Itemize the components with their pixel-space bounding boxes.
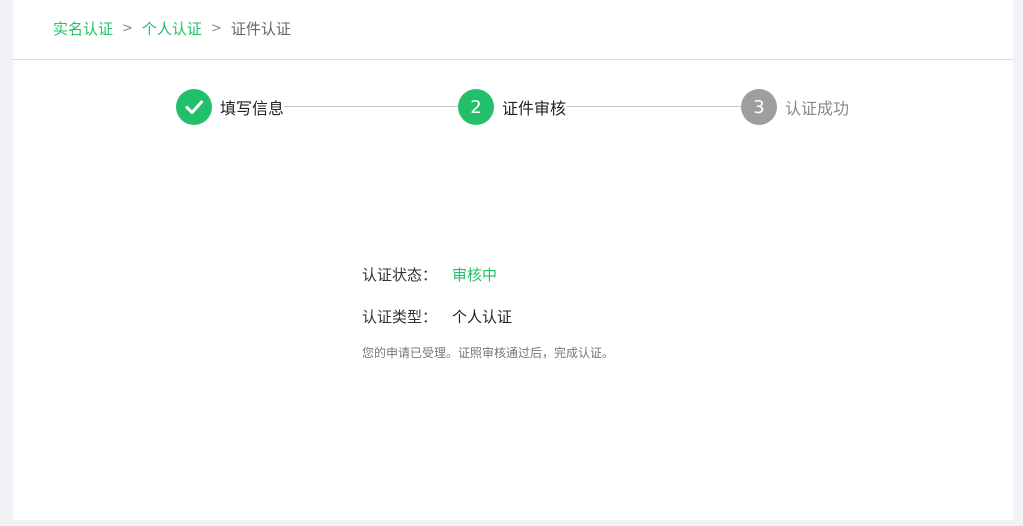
breadcrumb-item-current: 证件认证 <box>230 20 291 38</box>
type-row: 认证类型： 个人认证 <box>362 304 782 328</box>
step-fill-info: 填写信息 <box>176 89 285 125</box>
verification-info: 认证状态： 审核中 认证类型： 个人认证 您的申请已受理。证照审核通过后，完成认… <box>362 262 782 361</box>
check-icon <box>176 89 212 125</box>
type-value: 个人认证 <box>452 307 513 326</box>
step-review: 2 证件审核 <box>458 89 567 125</box>
step-connector <box>566 106 741 107</box>
step-label: 认证成功 <box>785 95 850 119</box>
breadcrumb: 实名认证 > 个人认证 > 证件认证 <box>53 18 291 40</box>
status-label: 认证状态： <box>362 265 438 284</box>
main-panel: 实名认证 > 个人认证 > 证件认证 填写信息 2 证件审核 3 认证成功 认证… <box>13 0 1013 520</box>
header-divider <box>13 59 1013 60</box>
step-connector <box>283 106 458 107</box>
step-number: 3 <box>741 89 777 125</box>
progress-steps: 填写信息 2 证件审核 3 认证成功 <box>13 89 1013 125</box>
breadcrumb-separator: > <box>122 21 133 36</box>
status-badge: 审核中 <box>452 265 498 284</box>
breadcrumb-separator: > <box>210 21 222 36</box>
status-row: 认证状态： 审核中 <box>362 262 782 286</box>
step-label: 证件审核 <box>502 95 567 119</box>
breadcrumb-item-personal[interactable]: 个人认证 <box>142 18 202 40</box>
step-label: 填写信息 <box>220 95 285 119</box>
step-number: 2 <box>458 89 494 125</box>
step-success: 3 认证成功 <box>741 89 850 125</box>
type-label: 认证类型： <box>362 307 438 326</box>
breadcrumb-item-real-name[interactable]: 实名认证 <box>53 18 113 40</box>
info-note: 您的申请已受理。证照审核通过后，完成认证。 <box>362 346 615 360</box>
